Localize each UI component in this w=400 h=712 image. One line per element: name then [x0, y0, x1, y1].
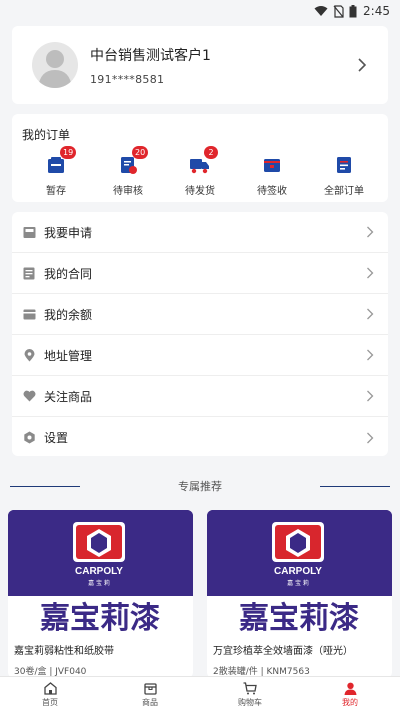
order-label-to-ship: 待发货: [185, 186, 215, 197]
chevron-right-icon: [360, 345, 380, 365]
menu-label-settings: 设置: [44, 431, 69, 445]
user-icon: [343, 681, 357, 695]
svg-text:嘉宝莉漆: 嘉宝莉漆: [239, 601, 359, 636]
order-status-to-receive[interactable]: 待签收: [242, 154, 302, 197]
tab-home[interactable]: 首页: [0, 677, 100, 712]
menu-label-favorites: 关注商品: [44, 389, 93, 404]
chevron-right-icon: [360, 222, 380, 242]
profile-card[interactable]: 中台销售测试客户1 191****8581: [12, 26, 388, 104]
badge-draft-count: 19: [60, 146, 77, 159]
recommend-title: 专属推荐: [178, 480, 222, 493]
location-icon: [22, 348, 36, 362]
all-orders-icon: [333, 154, 355, 176]
order-label-to-receive: 待签收: [257, 186, 287, 197]
product-name: 嘉宝莉弱粘性和纸胶带: [14, 646, 114, 657]
goods-icon: [143, 681, 157, 695]
order-label-review: 待审核: [113, 186, 143, 197]
account-menu: 我要申请 我的合同 我的余额 地址管理 关注商品 设置: [12, 212, 388, 456]
recommend-header: 专属推荐: [0, 476, 400, 496]
avatar[interactable]: [32, 42, 78, 88]
order-status-all[interactable]: 全部订单: [314, 154, 374, 197]
menu-item-address[interactable]: 地址管理: [12, 335, 388, 376]
svg-text:CARPOLY: CARPOLY: [75, 566, 123, 577]
order-status-review[interactable]: 20 待审核: [98, 146, 158, 197]
divider: [320, 486, 390, 487]
tab-mine[interactable]: 我的: [300, 677, 400, 712]
status-icons: [314, 4, 357, 18]
bottom-tab-bar: 首页 商品 购物车 我的: [0, 676, 400, 712]
wifi-icon: [314, 6, 328, 16]
default-avatar-icon: [38, 50, 72, 88]
status-time: 2:45: [363, 4, 390, 18]
menu-item-settings[interactable]: 设置: [12, 417, 388, 458]
inbox-icon: [22, 225, 36, 239]
product-meta: 2散装罐/件 | KNM7563: [213, 667, 310, 677]
divider: [10, 486, 80, 487]
no-sim-icon: [333, 4, 344, 18]
chevron-right-icon: [360, 263, 380, 283]
svg-text:CARPOLY: CARPOLY: [274, 566, 322, 577]
receive-icon: [261, 154, 283, 176]
svg-text:嘉 宝 莉: 嘉 宝 莉: [287, 579, 309, 587]
tab-goods[interactable]: 商品: [100, 677, 200, 712]
wallet-icon: [22, 307, 36, 321]
tab-label-mine: 我的: [342, 698, 358, 707]
battery-icon: [349, 4, 357, 17]
gear-icon: [22, 431, 36, 445]
menu-label-balance: 我的余额: [44, 307, 93, 322]
product-grid: CARPOLY 嘉 宝 莉 嘉宝莉漆 嘉宝莉弱粘性和纸胶带 30卷/盒 | JV…: [8, 510, 392, 678]
menu-label-apply: 我要申请: [44, 225, 93, 240]
menu-item-apply[interactable]: 我要申请: [12, 212, 388, 253]
menu-item-favorites[interactable]: 关注商品: [12, 376, 388, 417]
order-label-all: 全部订单: [324, 186, 364, 197]
menu-item-contract[interactable]: 我的合同: [12, 253, 388, 294]
product-image[interactable]: CARPOLY 嘉 宝 莉 嘉宝莉漆: [207, 510, 392, 636]
tab-label-goods: 商品: [142, 698, 158, 707]
profile-phone: 191****8581: [90, 72, 165, 86]
badge-to-ship-count: 2: [204, 146, 218, 159]
product-card[interactable]: CARPOLY 嘉 宝 莉 嘉宝莉漆 嘉宝莉弱粘性和纸胶带 30卷/盒 | JV…: [8, 510, 193, 678]
chevron-right-icon: [360, 304, 380, 324]
product-card[interactable]: CARPOLY 嘉 宝 莉 嘉宝莉漆 万宜珍植萃全效墙面漆（哑光） 2散装罐/件…: [207, 510, 392, 678]
tab-cart[interactable]: 购物车: [200, 677, 300, 712]
heart-icon: [22, 389, 36, 403]
chevron-right-icon: [360, 386, 380, 406]
menu-item-balance[interactable]: 我的余额: [12, 294, 388, 335]
order-label-draft: 暂存: [46, 186, 66, 197]
profile-name: 中台销售测试客户1: [90, 47, 211, 64]
product-image[interactable]: CARPOLY 嘉 宝 莉 嘉宝莉漆: [8, 510, 193, 636]
contract-icon: [22, 266, 36, 280]
badge-review-count: 20: [132, 146, 149, 159]
product-meta: 30卷/盒 | JVF040: [14, 667, 87, 677]
orders-title: 我的订单: [22, 128, 71, 142]
tab-label-home: 首页: [42, 698, 58, 707]
product-name: 万宜珍植萃全效墙面漆（哑光）: [213, 646, 353, 657]
menu-label-contract: 我的合同: [44, 266, 93, 281]
chevron-right-icon: [360, 428, 380, 448]
svg-text:嘉宝莉漆: 嘉宝莉漆: [40, 601, 160, 636]
chevron-right-icon[interactable]: [352, 55, 372, 75]
menu-label-address: 地址管理: [44, 348, 93, 363]
tab-label-cart: 购物车: [238, 698, 262, 707]
order-status-to-ship[interactable]: 2 待发货: [170, 146, 230, 197]
order-status-draft[interactable]: 19 暂存: [26, 146, 86, 197]
status-bar: 2:45: [0, 0, 400, 22]
cart-icon: [243, 681, 257, 695]
svg-text:嘉 宝 莉: 嘉 宝 莉: [88, 579, 110, 587]
home-icon: [43, 681, 57, 695]
my-orders-card: 我的订单 19 暂存 20 待审核 2 待发货 待签收 全部订单: [12, 114, 388, 202]
